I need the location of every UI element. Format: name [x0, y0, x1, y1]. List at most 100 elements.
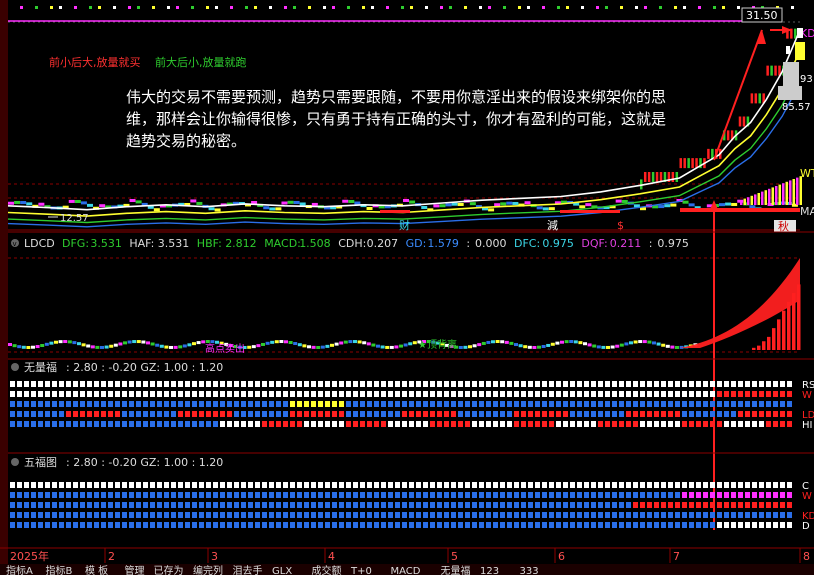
signal-dot: [570, 492, 575, 498]
signal-dot: [38, 522, 43, 528]
signal-dot: [465, 421, 470, 427]
top-tick: [713, 6, 716, 9]
signal-dot: [528, 411, 533, 417]
signal-dot: [787, 381, 792, 387]
signal-dot: [710, 411, 715, 417]
indicator-tab[interactable]: 已存为: [154, 564, 184, 575]
indicator-tab[interactable]: 模 板: [85, 564, 108, 575]
indicator-tab[interactable]: 指标B: [46, 564, 73, 575]
ldcd-ribbon-segment: [504, 340, 509, 344]
ldcd-ribbon-segment: [371, 343, 376, 347]
top-tick: [254, 6, 257, 9]
signal-dot: [731, 401, 736, 407]
signal-dot: [773, 391, 778, 397]
signal-dot: [80, 421, 85, 427]
indicator-tab[interactable]: T+0: [350, 566, 372, 575]
signal-dot: [115, 502, 120, 508]
ldcd-ribbon-segment: [647, 340, 652, 344]
signal-dot: [290, 391, 295, 397]
top-tick: [206, 6, 209, 9]
ldcd-field-key: :: [466, 237, 470, 250]
ldcd-ribbon-segment: [472, 344, 477, 348]
volume-bar: [778, 184, 781, 205]
signal-dot: [703, 482, 708, 488]
ldcd-ribbon-segment: [353, 340, 357, 344]
signal-dot: [297, 482, 302, 488]
signal-dot: [549, 421, 554, 427]
signal-dot: [178, 482, 183, 488]
signal-dot: [157, 522, 162, 528]
signal-dot: [710, 482, 715, 488]
ldcd-field-value: 3.531: [158, 237, 190, 250]
signal-dot: [360, 502, 365, 508]
indicator-tab[interactable]: 无量福: [441, 564, 471, 575]
signal-dot: [731, 512, 736, 518]
volume-bar: [754, 194, 757, 205]
signal-dot: [556, 391, 561, 397]
indicator-tab[interactable]: 管理: [125, 564, 145, 575]
signal-dot: [528, 421, 533, 427]
ldcd-ribbon-segment: [210, 340, 215, 344]
signal-dot: [17, 401, 22, 407]
signal-dot: [164, 482, 169, 488]
signal-dot: [409, 522, 414, 528]
signal-dot: [276, 421, 281, 427]
signal-dot: [206, 391, 211, 397]
signal-dot: [241, 512, 246, 518]
signal-dot: [696, 502, 701, 508]
indicator-tab-bar[interactable]: 指标A 指标B 模 板 管理 已存为 编完列 泪去手 GLX 成交额 T+0 MACD 无量福 123 3…: [0, 564, 814, 575]
signal-dot: [563, 502, 568, 508]
indicator-tab[interactable]: 指标A: [6, 564, 33, 575]
signal-dot: [234, 522, 239, 528]
ldcd-ribbon-segment: [550, 342, 555, 346]
signal-dot: [150, 502, 155, 508]
signal-dot: [367, 482, 372, 488]
signal-dot: [297, 381, 302, 387]
signal-dot: [535, 512, 540, 518]
signal-dot: [528, 492, 533, 498]
signal-dot: [500, 381, 505, 387]
signal-dot: [199, 482, 204, 488]
ldcd-ribbon-segment: [642, 340, 647, 344]
signal-dot: [290, 502, 295, 508]
indicator-tab[interactable]: MACD: [391, 566, 421, 575]
signal-dot: [220, 411, 225, 417]
indicator-tab[interactable]: 编完列: [193, 564, 223, 575]
signal-dot: [640, 391, 645, 397]
ribbon-segment: [658, 205, 665, 209]
ldcd-ribbon-segment: [629, 341, 633, 345]
ldcd-field-key: CDH:: [338, 237, 366, 250]
signal-dot: [745, 411, 750, 417]
signal-dot: [584, 492, 589, 498]
signal-dot: [563, 411, 568, 417]
signal-dot: [493, 522, 498, 528]
signal-dot: [80, 492, 85, 498]
indicator-tab[interactable]: GLX: [272, 566, 292, 575]
signal-dot: [437, 512, 442, 518]
signal-dot: [360, 411, 365, 417]
signal-dot: [458, 391, 463, 397]
indicator-tab[interactable]: 泪去手: [233, 564, 263, 575]
signal-dot: [199, 401, 204, 407]
ldcd-ribbon-segment: [633, 340, 638, 344]
signal-dot: [549, 381, 554, 387]
ribbon-segment: [621, 199, 628, 203]
signal-dot: [178, 512, 183, 518]
indicator-tab[interactable]: 123: [480, 566, 499, 575]
signal-dot: [619, 522, 624, 528]
indicator-tab[interactable]: 333: [520, 566, 539, 575]
axis-month: 6: [558, 550, 565, 563]
signal-dot: [339, 411, 344, 417]
signal-dot: [94, 411, 99, 417]
signal-dot: [87, 492, 92, 498]
signal-dot: [612, 512, 617, 518]
signal-dot: [640, 502, 645, 508]
signal-dot: [500, 401, 505, 407]
signal-dot: [59, 401, 64, 407]
signal-dot: [276, 482, 281, 488]
ldcd-ribbon-segment: [251, 345, 256, 349]
indicator-tab[interactable]: 成交额: [312, 564, 342, 575]
signal-dot: [199, 522, 204, 528]
signal-dot: [507, 411, 512, 417]
signal-dot: [136, 391, 141, 397]
